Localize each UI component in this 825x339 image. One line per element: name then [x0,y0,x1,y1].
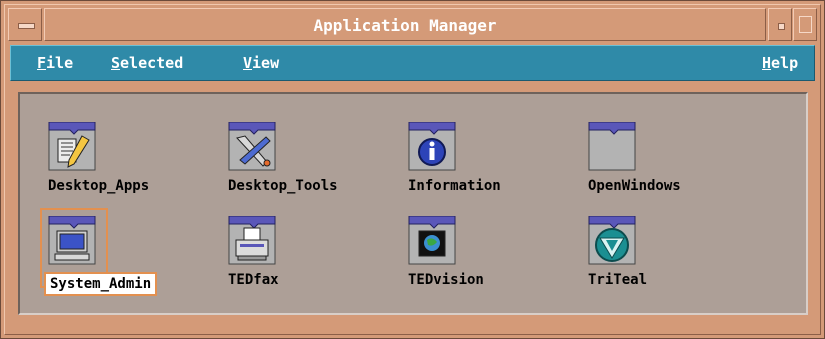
workspace: Desktop_Apps Desktop_Tools Information O… [18,92,808,315]
group-label: TEDfax [228,272,279,288]
title-bar[interactable]: Application Manager [8,8,817,41]
group-tedvision[interactable]: TEDvision [402,216,572,296]
desktop-apps-icon [48,122,96,171]
system-admin-icon [48,216,96,265]
group-openwindows[interactable]: OpenWindows [582,122,752,202]
group-label: TriTeal [588,272,648,288]
group-label: TEDvision [408,272,484,288]
menu-view[interactable]: View [243,46,279,80]
group-triteal[interactable]: TriTeal [582,216,752,296]
group-label: OpenWindows [588,178,681,194]
minimize-button[interactable] [768,8,792,41]
group-label: Information [408,178,501,194]
tedvision-icon [408,216,456,265]
triteal-icon [588,216,636,265]
menu-selected[interactable]: Selected [111,46,183,80]
openwindows-icon [588,122,636,171]
menu-file-mnemonic: F [37,54,47,72]
menu-file[interactable]: File [37,46,73,80]
group-information[interactable]: Information [402,122,572,202]
menu-view-label: iew [252,54,280,72]
group-label: Desktop_Tools [228,178,338,194]
minimize-icon [778,23,785,30]
window-title: Application Manager [44,8,766,41]
menu-file-label: ile [46,54,74,72]
group-label: System_Admin [44,272,158,296]
information-icon [408,122,456,171]
group-system-admin[interactable]: System_Admin [40,208,212,296]
maximize-button[interactable] [793,8,817,41]
menu-help-mnemonic: H [762,54,772,72]
window-menu-icon [18,23,35,29]
group-label: Desktop_Apps [48,178,150,194]
menu-help-label: elp [771,54,799,72]
menu-help[interactable]: Help [762,46,798,80]
group-tedfax[interactable]: TEDfax [222,216,392,296]
menu-selected-label: elected [120,54,184,72]
group-desktop-apps[interactable]: Desktop_Apps [42,122,212,202]
menu-view-mnemonic: V [243,54,253,72]
menu-bar: File Selected View Help [10,45,815,81]
menu-selected-mnemonic: S [111,54,121,72]
tedfax-icon [228,216,276,265]
window-menu-button[interactable] [8,8,42,41]
group-desktop-tools[interactable]: Desktop_Tools [222,122,392,202]
desktop-tools-icon [228,122,276,171]
maximize-icon [799,16,812,33]
